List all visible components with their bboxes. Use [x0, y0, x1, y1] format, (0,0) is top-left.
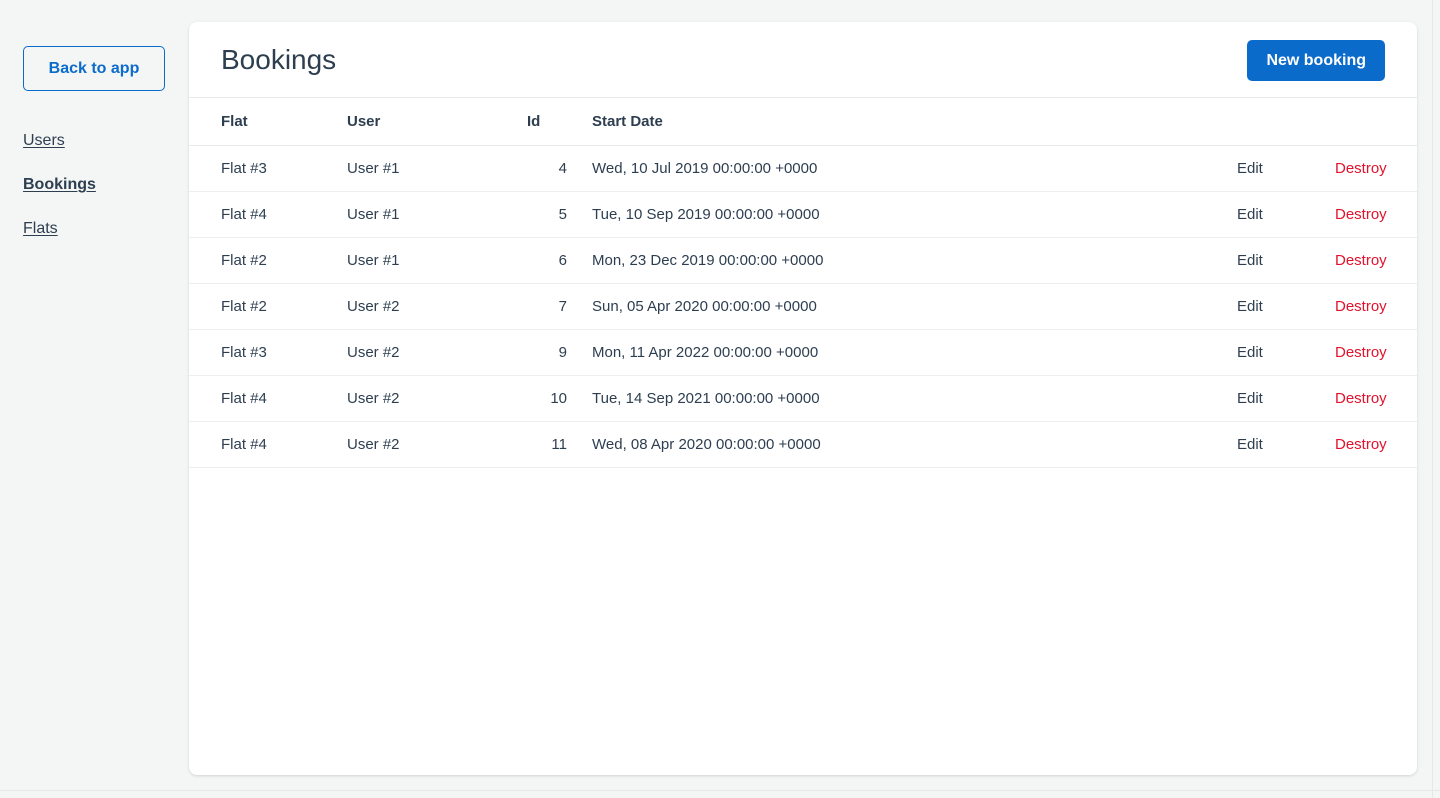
sidebar-item-label-bookings[interactable]: Bookings	[23, 176, 96, 193]
sidebar-nav: Users Bookings Flats	[23, 131, 189, 238]
cell-flat: Flat #4	[189, 421, 347, 468]
cell-start-date: Mon, 11 Apr 2022 00:00:00 +0000	[567, 329, 1087, 376]
cell-edit: Edit	[1237, 283, 1335, 330]
destroy-link[interactable]: Destroy	[1335, 298, 1387, 315]
cell-edit: Edit	[1237, 191, 1335, 238]
destroy-link[interactable]: Destroy	[1335, 390, 1387, 407]
edit-link[interactable]: Edit	[1237, 252, 1263, 269]
cell-flat: Flat #4	[189, 375, 347, 422]
edit-link[interactable]: Edit	[1237, 390, 1263, 407]
page-title: Bookings	[221, 43, 337, 75]
table-row: Flat #4 User #1 5 Tue, 10 Sep 2019 00:00:00…	[189, 191, 1417, 238]
sidebar: Back to app Users Bookings Flats	[0, 0, 189, 798]
cell-id: 9	[527, 329, 567, 376]
cell-user: User #2	[347, 375, 527, 422]
cell-destroy: Destroy	[1335, 237, 1417, 284]
cell-start-date: Wed, 08 Apr 2020 00:00:00 +0000	[567, 421, 1087, 468]
viewport-edge-right	[1432, 0, 1433, 798]
cell-id: 4	[527, 145, 567, 192]
cell-spacer	[1087, 421, 1237, 468]
back-to-app-button[interactable]: Back to app	[23, 46, 165, 91]
cell-start-date: Tue, 10 Sep 2019 00:00:00 +0000	[567, 191, 1087, 238]
table-body: Flat #3 User #1 4 Wed, 10 Jul 2019 00:00:00…	[189, 145, 1417, 468]
destroy-link[interactable]: Destroy	[1335, 160, 1387, 177]
cell-flat: Flat #4	[189, 191, 347, 238]
edit-link[interactable]: Edit	[1237, 206, 1263, 223]
table-head: Flat User Id Start Date	[189, 98, 1417, 146]
cell-start-date: Wed, 10 Jul 2019 00:00:00 +0000	[567, 145, 1087, 192]
cell-edit: Edit	[1237, 237, 1335, 284]
cell-edit: Edit	[1237, 329, 1335, 376]
destroy-link[interactable]: Destroy	[1335, 206, 1387, 223]
bookings-card: Bookings New booking Flat User Id Start …	[189, 22, 1417, 775]
cell-flat: Flat #3	[189, 145, 347, 192]
cell-start-date: Tue, 14 Sep 2021 00:00:00 +0000	[567, 375, 1087, 422]
cell-flat: Flat #2	[189, 283, 347, 330]
cell-id: 5	[527, 191, 567, 238]
sidebar-item-label-flats[interactable]: Flats	[23, 220, 58, 237]
cell-spacer	[1087, 375, 1237, 422]
column-header-edit	[1237, 98, 1335, 146]
sidebar-item-label-users[interactable]: Users	[23, 132, 65, 149]
table-row: Flat #4 User #2 11 Wed, 08 Apr 2020 00:00:0…	[189, 421, 1417, 468]
cell-destroy: Destroy	[1335, 329, 1417, 376]
cell-destroy: Destroy	[1335, 283, 1417, 330]
cell-user: User #2	[347, 329, 527, 376]
cell-destroy: Destroy	[1335, 375, 1417, 422]
cell-destroy: Destroy	[1335, 191, 1417, 238]
column-header-flat: Flat	[189, 98, 347, 146]
cell-flat: Flat #3	[189, 329, 347, 376]
cell-user: User #2	[347, 283, 527, 330]
cell-edit: Edit	[1237, 145, 1335, 192]
table-row: Flat #2 User #2 7 Sun, 05 Apr 2020 00:00:00…	[189, 283, 1417, 330]
cell-user: User #1	[347, 237, 527, 284]
column-header-id: Id	[527, 98, 567, 146]
destroy-link[interactable]: Destroy	[1335, 252, 1387, 269]
table-row: Flat #2 User #1 6 Mon, 23 Dec 2019 00:00:00…	[189, 237, 1417, 284]
cell-destroy: Destroy	[1335, 421, 1417, 468]
edit-link[interactable]: Edit	[1237, 298, 1263, 315]
cell-user: User #1	[347, 145, 527, 192]
cell-user: User #2	[347, 421, 527, 468]
cell-destroy: Destroy	[1335, 145, 1417, 192]
sidebar-item-users[interactable]: Users	[23, 131, 189, 150]
sidebar-item-bookings[interactable]: Bookings	[23, 175, 189, 194]
table-row: Flat #3 User #2 9 Mon, 11 Apr 2022 00:00:00…	[189, 329, 1417, 376]
cell-id: 7	[527, 283, 567, 330]
cell-edit: Edit	[1237, 375, 1335, 422]
cell-spacer	[1087, 283, 1237, 330]
new-booking-button[interactable]: New booking	[1247, 40, 1385, 81]
cell-spacer	[1087, 145, 1237, 192]
column-header-user: User	[347, 98, 527, 146]
edit-link[interactable]: Edit	[1237, 160, 1263, 177]
cell-start-date: Sun, 05 Apr 2020 00:00:00 +0000	[567, 283, 1087, 330]
edit-link[interactable]: Edit	[1237, 344, 1263, 361]
destroy-link[interactable]: Destroy	[1335, 436, 1387, 453]
card-header: Bookings New booking	[189, 22, 1417, 98]
column-header-start-date: Start Date	[567, 98, 1087, 146]
table-header-row: Flat User Id Start Date	[189, 98, 1417, 146]
bookings-table: Flat User Id Start Date Flat #3 User #1 4 W…	[189, 98, 1417, 468]
cell-edit: Edit	[1237, 421, 1335, 468]
column-header-spacer	[1087, 98, 1237, 146]
cell-id: 6	[527, 237, 567, 284]
cell-id: 10	[527, 375, 567, 422]
cell-spacer	[1087, 191, 1237, 238]
cell-spacer	[1087, 329, 1237, 376]
cell-flat: Flat #2	[189, 237, 347, 284]
column-header-destroy	[1335, 98, 1417, 146]
cell-id: 11	[527, 421, 567, 468]
page-root: Back to app Users Bookings Flats Booking…	[0, 0, 1440, 798]
cell-start-date: Mon, 23 Dec 2019 00:00:00 +0000	[567, 237, 1087, 284]
cell-user: User #1	[347, 191, 527, 238]
sidebar-item-flats[interactable]: Flats	[23, 219, 189, 238]
table-row: Flat #4 User #2 10 Tue, 14 Sep 2021 00:00:0…	[189, 375, 1417, 422]
edit-link[interactable]: Edit	[1237, 436, 1263, 453]
cell-spacer	[1087, 237, 1237, 284]
table-row: Flat #3 User #1 4 Wed, 10 Jul 2019 00:00:00…	[189, 145, 1417, 192]
destroy-link[interactable]: Destroy	[1335, 344, 1387, 361]
viewport-edge-bottom	[0, 790, 1440, 791]
